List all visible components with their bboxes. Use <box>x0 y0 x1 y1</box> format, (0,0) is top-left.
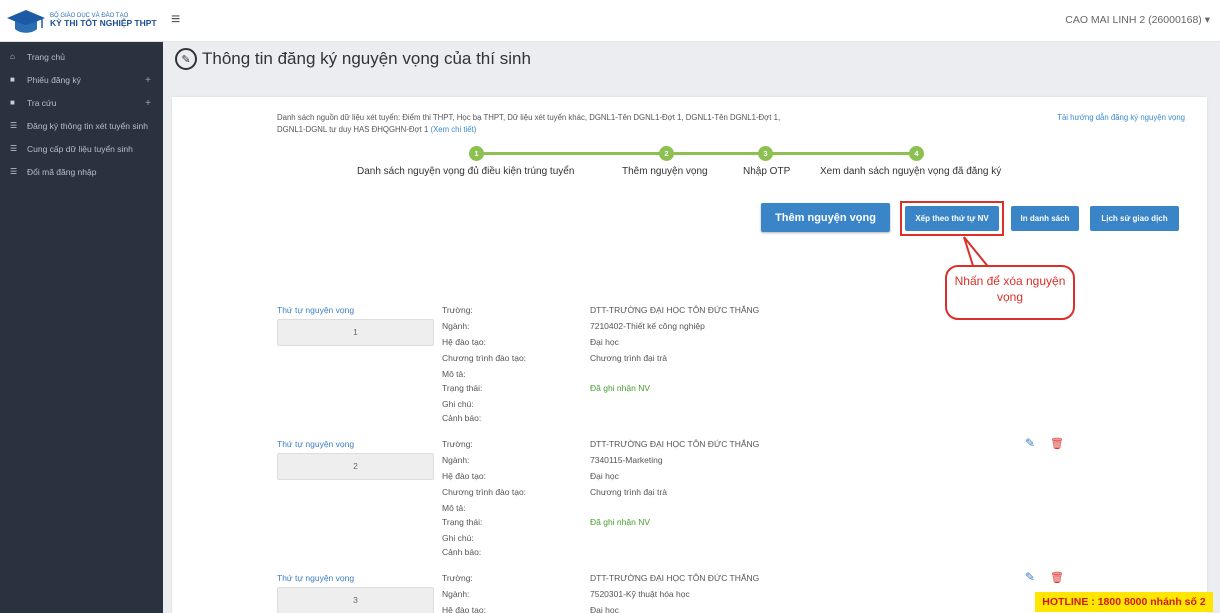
step-3-label[interactable]: Nhập OTP <box>743 166 790 177</box>
step-4-dot: 4 <box>909 146 924 161</box>
warning-label: Cảnh báo: <box>442 413 482 423</box>
step-1-dot: 1 <box>469 146 484 161</box>
top-bar: ≡ CAO MAI LINH 2 (26000168) ▾ <box>163 0 1220 42</box>
sidebar-item-label: Trang chủ <box>27 52 65 62</box>
step-2-label[interactable]: Thêm nguyện vọng <box>622 166 708 177</box>
sidebar: BỘ GIÁO DỤC VÀ ĐÀO TẠO KỲ THI TỐT NGHIỆP… <box>0 0 163 613</box>
transaction-history-button[interactable]: Lịch sử giao dịch <box>1090 206 1179 231</box>
step-2-dot: 2 <box>659 146 674 161</box>
program-label: Chương trình đào tạo: <box>442 353 527 363</box>
folder-icon: ■ <box>10 75 15 85</box>
delete-hint-callout: Nhấn để xóa nguyện vọng <box>945 265 1075 320</box>
level-label: Hệ đào tạo: <box>442 471 486 481</box>
edit-icon[interactable]: ✎ <box>1025 570 1035 584</box>
expand-plus-icon[interactable]: + <box>145 97 151 110</box>
school-label: Trường: <box>442 439 473 449</box>
edit-icon[interactable]: ✎ <box>1025 436 1035 450</box>
progress-line <box>474 152 918 155</box>
sidebar-item-label: Tra cứu <box>27 98 57 109</box>
edit-circle-icon: ✎ <box>175 48 197 70</box>
data-source-text: Danh sách nguồn dữ liệu xét tuyển: Điểm … <box>277 112 797 136</box>
program-value: Chương trình đại trà <box>590 353 667 363</box>
delete-icon[interactable]: 🗑 <box>1050 571 1064 584</box>
print-list-button[interactable]: In danh sách <box>1011 206 1079 231</box>
major-value: 7340115-Marketing <box>590 455 663 465</box>
user-menu[interactable]: CAO MAI LINH 2 (26000168) ▾ <box>1065 14 1210 26</box>
level-value: Đại học <box>590 605 619 613</box>
folder-icon: ■ <box>10 98 15 108</box>
page-title: Thông tin đăng ký nguyện vọng của thí si… <box>202 49 531 68</box>
download-guide-link[interactable]: Tải hướng dẫn đăng ký nguyện vọng <box>1057 113 1185 122</box>
level-value: Đại học <box>590 337 619 347</box>
view-detail-link[interactable]: (Xem chi tiết) <box>430 125 476 134</box>
main-card: Danh sách nguồn dữ liệu xét tuyển: Điểm … <box>172 97 1207 613</box>
level-value: Đại học <box>590 471 619 481</box>
list-icon: ☰ <box>10 144 18 154</box>
order-label: Thứ tự nguyện vọng <box>277 439 355 449</box>
major-label: Ngành: <box>442 455 470 465</box>
user-name: CAO MAI LINH 2 (26000168) <box>1065 14 1202 26</box>
order-label: Thứ tự nguyện vọng <box>277 305 355 315</box>
school-label: Trường: <box>442 573 473 583</box>
order-input[interactable]: 3 <box>277 587 434 613</box>
highlight-box <box>900 201 1004 236</box>
list-icon: ☰ <box>10 167 18 177</box>
brand-line-2: KỲ THI TỐT NGHIỆP THPT <box>50 18 157 29</box>
level-label: Hệ đào tạo: <box>442 605 486 613</box>
program-label: Chương trình đào tạo: <box>442 487 527 497</box>
callout-pointer <box>963 236 992 269</box>
sidebar-item-label: Cung cấp dữ liệu tuyển sinh <box>27 144 133 155</box>
order-input[interactable]: 2 <box>277 453 434 480</box>
data-source-list: Danh sách nguồn dữ liệu xét tuyển: Điểm … <box>277 113 781 135</box>
level-label: Hệ đào tạo: <box>442 337 486 347</box>
order-label: Thứ tự nguyện vọng <box>277 573 355 583</box>
note-label: Ghi chú: <box>442 533 474 543</box>
desc-label: Mô tả: <box>442 503 466 513</box>
sidebar-item-label: Đăng ký thông tin xét tuyển sinh <box>27 121 148 132</box>
sidebar-item-admission-registration[interactable]: ☰ Đăng ký thông tin xét tuyển sinh <box>0 115 163 138</box>
status-value: Đã ghi nhận NV <box>590 517 651 527</box>
major-value: 7520301-Kỹ thuật hóa học <box>590 589 690 599</box>
note-label: Ghi chú: <box>442 399 474 409</box>
menu-toggle-icon[interactable]: ≡ <box>171 11 180 29</box>
step-1-label[interactable]: Danh sách nguyện vọng đủ điều kiện trúng… <box>357 166 574 177</box>
school-label: Trường: <box>442 305 473 315</box>
status-label: Trạng thái: <box>442 517 483 527</box>
sidebar-item-lookup[interactable]: ■ Tra cứu + <box>0 92 163 115</box>
step-3-dot: 3 <box>758 146 773 161</box>
school-value: DTT-TRƯỜNG ĐẠI HỌC TÔN ĐỨC THẮNG <box>590 305 760 315</box>
school-value: DTT-TRƯỜNG ĐẠI HỌC TÔN ĐỨC THẮNG <box>590 573 760 583</box>
delete-icon[interactable]: 🗑 <box>1050 437 1064 450</box>
hotline-banner[interactable]: HOTLINE : 1800 8000 nhánh số 2 <box>1035 592 1213 612</box>
add-wish-button[interactable]: Thêm nguyện vọng <box>761 203 890 232</box>
desc-label: Mô tả: <box>442 369 466 379</box>
program-value: Chương trình đại trà <box>590 487 667 497</box>
home-icon: ⌂ <box>10 52 15 61</box>
sidebar-item-registration-form[interactable]: ■ Phiếu đăng ký + <box>0 69 163 92</box>
major-label: Ngành: <box>442 589 470 599</box>
sidebar-item-label: Phiếu đăng ký <box>27 75 81 86</box>
major-value: 7210402-Thiết kế công nghiệp <box>590 321 705 331</box>
step-4-label[interactable]: Xem danh sách nguyện vọng đã đăng ký <box>820 166 1001 177</box>
sidebar-item-change-password[interactable]: ☰ Đổi mã đăng nhập <box>0 161 163 184</box>
sidebar-item-provide-data[interactable]: ☰ Cung cấp dữ liệu tuyển sinh <box>0 138 163 161</box>
status-value: Đã ghi nhận NV <box>590 383 651 393</box>
major-label: Ngành: <box>442 321 470 331</box>
sidebar-menu: ⌂ Trang chủ ■ Phiếu đăng ký + ■ Tra cứu … <box>0 42 163 184</box>
sidebar-item-label: Đổi mã đăng nhập <box>27 167 97 178</box>
status-label: Trạng thái: <box>442 383 483 393</box>
list-icon: ☰ <box>10 121 18 131</box>
sidebar-item-home[interactable]: ⌂ Trang chủ <box>0 46 163 69</box>
school-value: DTT-TRƯỜNG ĐẠI HỌC TÔN ĐỨC THẮNG <box>590 439 760 449</box>
order-input[interactable]: 1 <box>277 319 434 346</box>
graduation-cap-icon <box>7 9 45 33</box>
brand-logo[interactable]: BỘ GIÁO DỤC VÀ ĐÀO TẠO KỲ THI TỐT NGHIỆP… <box>0 0 163 42</box>
expand-plus-icon[interactable]: + <box>145 74 151 87</box>
page-title-row: ✎ Thông tin đăng ký nguyện vọng của thí … <box>175 48 531 70</box>
warning-label: Cảnh báo: <box>442 547 482 557</box>
